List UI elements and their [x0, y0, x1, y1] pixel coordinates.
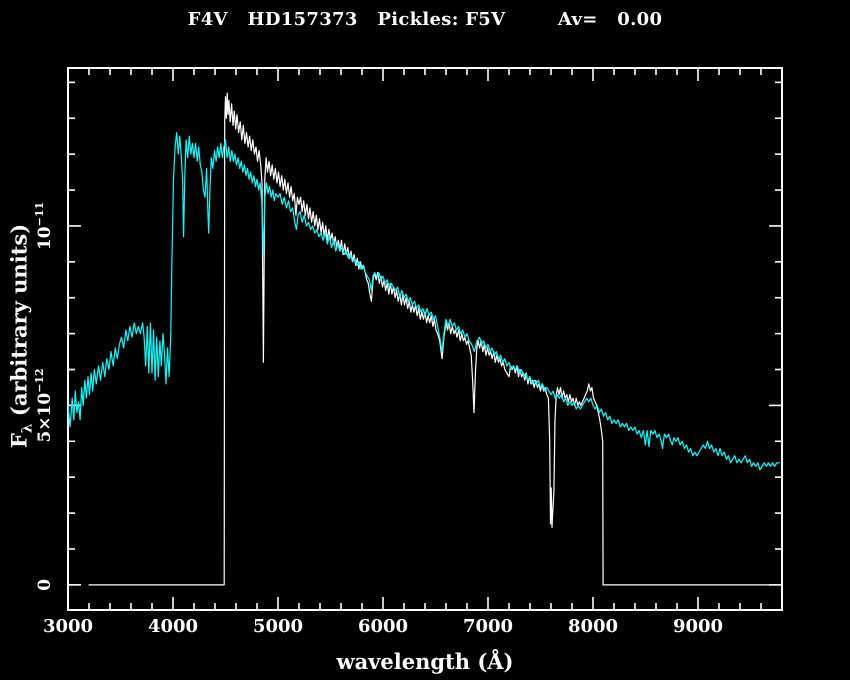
x-tick-label: 9000	[673, 616, 723, 637]
y-tick-label: 10−11	[33, 202, 55, 250]
x-tick-label: 8000	[568, 616, 618, 637]
spectrum-plot-page: F4V HD157373 Pickles: F5V Av= 0.00 Fλ (a…	[0, 0, 850, 680]
y-tick-label: 0	[35, 579, 55, 591]
x-tick-label: 5000	[253, 616, 303, 637]
x-tick-label: 6000	[358, 616, 408, 637]
pickles-f5v-template-line	[68, 133, 780, 470]
y-tick-label: 5×10−12	[33, 368, 55, 442]
x-tick-label: 4000	[148, 616, 198, 637]
spectrum-plot: 3000 4000 5000 6000 7000 8000 9000 0 5×10−12 10−1…	[0, 0, 850, 680]
x-tick-label: 3000	[43, 616, 93, 637]
hd157373-observed-spectrum-line	[89, 93, 777, 585]
x-tick-label: 7000	[463, 616, 513, 637]
